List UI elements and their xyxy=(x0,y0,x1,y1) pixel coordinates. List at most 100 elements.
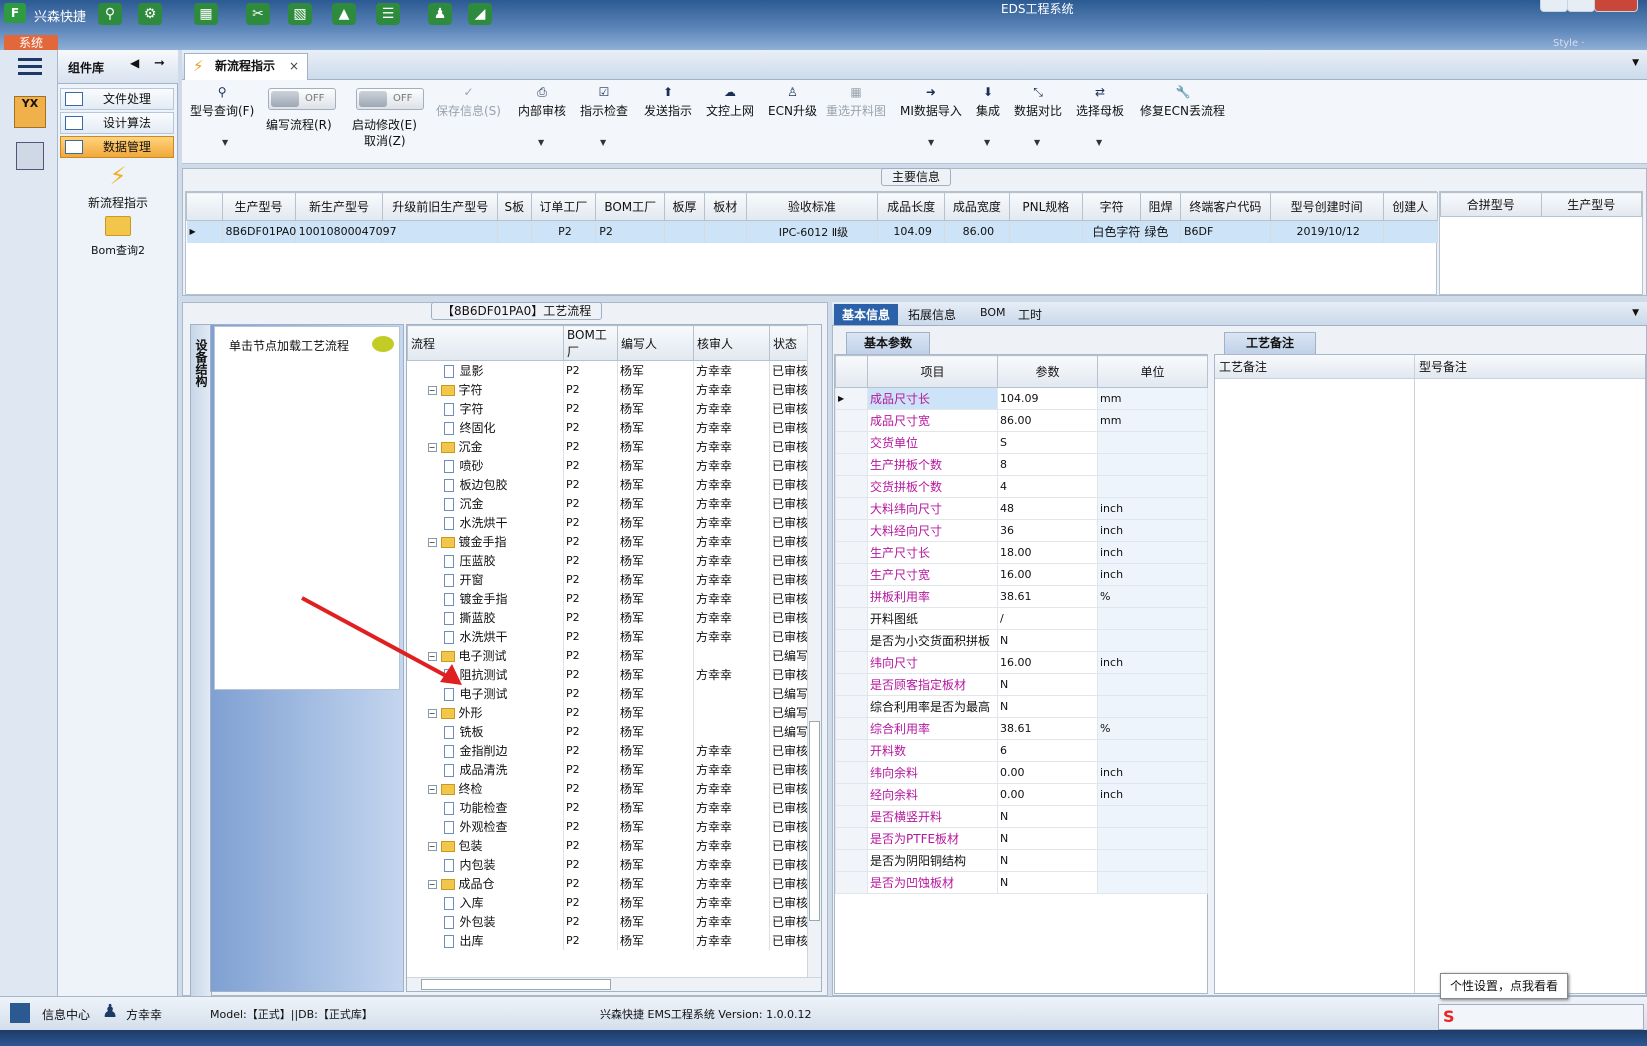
model-query-button[interactable]: ⚲ 型号查询(F) xyxy=(190,86,254,119)
col-header[interactable]: 板材 xyxy=(703,192,747,221)
tree-row[interactable]: 成品清洗 P2 杨军 方幸幸 已审核 xyxy=(407,759,808,779)
col-header[interactable]: BOM工厂 xyxy=(563,325,618,361)
scroll-thumb[interactable] xyxy=(421,979,611,990)
settings-tool-icon[interactable]: ⚙ xyxy=(138,3,162,25)
upload-web-button[interactable]: ☁ 文控上网 xyxy=(706,86,754,119)
side-tab-equipment[interactable]: 设备结构 xyxy=(190,324,212,1014)
param-value[interactable]: N xyxy=(997,849,1098,872)
chart-tool-icon[interactable]: ▲ xyxy=(332,3,356,25)
tree-node[interactable]: 功能检查 xyxy=(407,797,564,817)
search-tool-icon[interactable]: ⚲ xyxy=(98,3,122,25)
col-header[interactable]: 板厚 xyxy=(664,192,705,221)
table-row[interactable]: 纬向余料 0.00 inch xyxy=(835,761,1208,784)
style-menu[interactable]: Style · xyxy=(1553,38,1584,49)
tree-node[interactable]: 水洗烘干 xyxy=(407,512,564,532)
tree-row[interactable]: − 字符 P2 杨军 方幸幸 已审核 xyxy=(407,379,808,399)
grid-icon[interactable] xyxy=(10,1003,30,1023)
col-header[interactable]: 参数 xyxy=(997,355,1098,388)
col-header[interactable]: 成品宽度 xyxy=(944,192,1010,221)
table-row[interactable]: 是否顾客指定板材 N xyxy=(835,673,1208,696)
col-header[interactable]: 合拼型号 xyxy=(1440,192,1542,217)
tree-row[interactable]: 功能检查 P2 杨军 方幸幸 已审核 xyxy=(407,797,808,817)
col-header[interactable]: 成品长度 xyxy=(877,192,946,221)
tab-dropdown-icon[interactable]: ▼ xyxy=(1632,58,1639,68)
tree-node[interactable]: 外观检查 xyxy=(407,816,564,836)
tree-node[interactable]: − 成品仓 xyxy=(407,873,564,893)
hamburger-menu-icon[interactable] xyxy=(18,58,42,76)
tree-node[interactable]: 沉金 xyxy=(407,493,564,513)
col-header[interactable]: 创建人 xyxy=(1382,192,1439,221)
col-header[interactable]: 生产型号 xyxy=(221,192,296,221)
personalize-tooltip[interactable]: 个性设置，点我看看 xyxy=(1440,973,1568,999)
param-value[interactable]: 0.00 xyxy=(997,783,1098,806)
tree-node[interactable]: 字符 xyxy=(407,398,564,418)
instruction-check-button[interactable]: ☑ 指示检查 xyxy=(580,86,628,119)
col-header[interactable]: 型号创建时间 xyxy=(1269,192,1384,221)
model-remark-textarea[interactable] xyxy=(1415,379,1645,993)
col-header[interactable]: 单位 xyxy=(1097,355,1208,388)
tree-row[interactable]: 显影 P2 杨军 方幸幸 已审核 xyxy=(407,360,808,380)
param-value[interactable]: N xyxy=(997,673,1098,696)
tab-basic-info[interactable]: 基本信息 xyxy=(834,304,899,325)
col-header[interactable]: BOM工厂 xyxy=(595,192,666,221)
table-row[interactable]: 生产尺寸长 18.00 inch xyxy=(835,541,1208,564)
chevron-down-icon[interactable]: ▼ xyxy=(222,138,228,147)
col-header[interactable]: 升级前旧生产型号 xyxy=(382,192,499,221)
table-row[interactable]: 开料数 6 xyxy=(835,739,1208,762)
col-header[interactable]: PNL规格 xyxy=(1008,192,1083,221)
cell[interactable] xyxy=(1009,220,1083,243)
tree-row[interactable]: 入库 P2 杨军 方幸幸 已审核 xyxy=(407,892,808,912)
collapse-icon[interactable]: − xyxy=(427,442,437,452)
table-row[interactable]: 经向余料 0.00 inch xyxy=(835,783,1208,806)
cell[interactable] xyxy=(704,220,747,243)
chevron-down-icon[interactable]: ▼ xyxy=(928,138,934,147)
cancel-edit-label[interactable]: 取消(Z) xyxy=(364,132,406,149)
col-header[interactable]: 新生产型号 xyxy=(294,192,384,221)
bom-query-item[interactable]: Bom查询2 xyxy=(58,216,178,258)
col-header[interactable]: 核审人 xyxy=(693,325,770,361)
param-value[interactable]: N xyxy=(997,805,1098,828)
cell[interactable] xyxy=(1383,220,1439,243)
chevron-down-icon[interactable]: ▼ xyxy=(538,138,544,147)
param-value[interactable]: 38.61 xyxy=(997,585,1098,608)
tree-node[interactable]: 入库 xyxy=(407,892,564,912)
table-row[interactable]: 成品尺寸宽 86.00 mm xyxy=(835,409,1208,432)
cell[interactable]: P2 xyxy=(531,220,597,243)
table-row[interactable]: 交货单位 S xyxy=(835,431,1208,454)
tree-row[interactable]: 字符 P2 杨军 方幸幸 已审核 xyxy=(407,398,808,418)
tree-node[interactable]: − 外形 xyxy=(407,702,564,722)
param-value[interactable]: 6 xyxy=(997,739,1098,762)
col-header[interactable]: 字符 xyxy=(1081,192,1142,221)
table-row[interactable]: 大料经向尺寸 36 inch xyxy=(835,519,1208,542)
param-value[interactable]: 86.00 xyxy=(997,409,1098,432)
param-value[interactable]: 4 xyxy=(997,475,1098,498)
new-flow-item[interactable]: ⚡ 新流程指示 xyxy=(58,162,178,211)
remark-textarea[interactable] xyxy=(1215,379,1415,993)
calculator-icon[interactable] xyxy=(16,142,44,170)
tree-row[interactable]: 开窗 P2 杨军 方幸幸 已审核 xyxy=(407,569,808,589)
tree-row[interactable]: 内包装 P2 杨军 方幸幸 已审核 xyxy=(407,854,808,874)
area-chart-tool-icon[interactable]: ◢ xyxy=(468,3,492,25)
tree-row[interactable]: − 镀金手指 P2 杨军 方幸幸 已审核 xyxy=(407,531,808,551)
tree-node[interactable]: 开窗 xyxy=(407,569,564,589)
cell[interactable]: IPC-6012 Ⅱ级 xyxy=(746,220,879,243)
param-value[interactable]: 48 xyxy=(997,497,1098,520)
table-row[interactable]: 是否横竖开料 N xyxy=(835,805,1208,828)
tree-row[interactable]: 沉金 P2 杨军 方幸幸 已审核 xyxy=(407,493,808,513)
param-value[interactable]: 38.61 xyxy=(997,717,1098,740)
internal-review-button[interactable]: ⎙ 内部审核 xyxy=(518,86,566,119)
tree-row[interactable]: − 终检 P2 杨军 方幸幸 已审核 xyxy=(407,778,808,798)
horizontal-scrollbar[interactable] xyxy=(407,977,821,991)
param-value[interactable]: N xyxy=(997,629,1098,652)
tree-row[interactable]: 压蓝胶 P2 杨军 方幸幸 已审核 xyxy=(407,550,808,570)
tree-node[interactable]: 出库 xyxy=(407,930,564,950)
factory-icon[interactable]: YX xyxy=(14,96,46,128)
table-row[interactable]: 拼板利用率 38.61% xyxy=(835,585,1208,608)
chevron-down-icon[interactable]: ▼ xyxy=(600,138,606,147)
tree-row[interactable]: 外包装 P2 杨军 方幸幸 已审核 xyxy=(407,911,808,931)
col-header[interactable]: 编写人 xyxy=(617,325,694,361)
system-button[interactable]: 系统 xyxy=(4,35,58,51)
param-value[interactable]: N xyxy=(997,827,1098,850)
table-row[interactable]: 综合利用率 38.61% xyxy=(835,717,1208,740)
cell[interactable] xyxy=(664,220,705,243)
